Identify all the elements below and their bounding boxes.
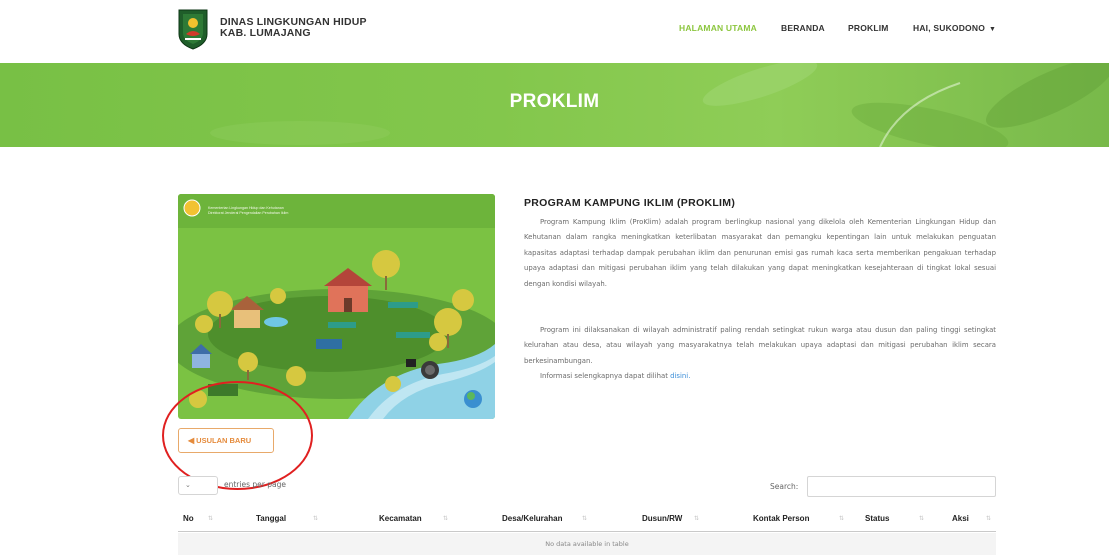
illustration-caption: Kementerian Lingkungan Hidup dan Kehutan… [208, 206, 288, 216]
article-paragraph-2: Program ini dilaksanakan di wilayah admi… [524, 326, 996, 365]
column-header-aksi[interactable]: Aksi [952, 514, 969, 523]
sort-icon[interactable]: ⇅ [313, 515, 318, 522]
column-header-status[interactable]: Status [865, 514, 889, 523]
illustration-caption-line-2: Direktorat Jenderal Pengendalian Perubah… [208, 211, 289, 215]
annotation-circle [162, 381, 313, 490]
column-header-kecamatan[interactable]: Kecamatan [379, 514, 422, 523]
search-input[interactable] [807, 476, 996, 497]
banner-title: PROKLIM [509, 91, 600, 112]
sort-icon[interactable]: ⇅ [919, 515, 924, 522]
page-banner: PROKLIM [0, 63, 1109, 147]
nav-halaman-utama[interactable]: HALAMAN UTAMA [679, 23, 757, 33]
column-header-no[interactable]: No [183, 514, 194, 523]
article-paragraph-1: Program Kampung Iklim (ProKlim) adalah p… [524, 218, 996, 288]
entries-per-page-label: entries per page [224, 480, 286, 489]
sort-icon[interactable]: ⇅ [839, 515, 844, 522]
article-title: PROGRAM KAMPUNG IKLIM (PROKLIM) [524, 197, 736, 209]
nav-beranda[interactable]: BERANDA [781, 23, 825, 33]
more-info-text: Informasi selengkapnya dapat dilihat [540, 372, 668, 380]
sort-icon[interactable]: ⇅ [694, 515, 699, 522]
sort-icon[interactable]: ⇅ [986, 515, 991, 522]
table-header: No ⇅ Tanggal ⇅ Kecamatan ⇅ Desa/Keluraha… [178, 506, 996, 532]
chevron-down-icon: ⌄ [185, 481, 191, 489]
sort-icon[interactable]: ⇅ [208, 515, 213, 522]
column-header-desa-kelurahan[interactable]: Desa/Kelurahan [502, 514, 562, 523]
lumajang-emblem-logo[interactable] [176, 8, 210, 50]
nav-proklim[interactable]: PROKLIM [848, 23, 889, 33]
caret-down-icon: ▼ [989, 26, 997, 33]
search-label: Search: [770, 482, 799, 491]
brand-line-2: KAB. LUMAJANG [220, 27, 311, 39]
column-header-tanggal[interactable]: Tanggal [256, 514, 286, 523]
entries-per-page-value: 10 [201, 481, 210, 489]
more-info-link[interactable]: disini. [670, 372, 690, 380]
nav-user-menu[interactable]: HAI, SUKODONO ▼ [913, 23, 996, 33]
article-paragraph-3: Informasi selengkapnya dapat dilihat dis… [524, 369, 996, 384]
user-menu-label: HAI, SUKODONO [913, 23, 986, 33]
table-empty-row: No data available in table [178, 533, 996, 555]
site-header: DINAS LINGKUNGAN HIDUP KAB. LUMAJANG HAL… [0, 0, 1109, 62]
sort-icon[interactable]: ⇅ [443, 515, 448, 522]
column-header-dusun-rw[interactable]: Dusun/RW [642, 514, 682, 523]
entries-per-page-select[interactable]: ⌄ 10 [178, 476, 218, 495]
sort-icon[interactable]: ⇅ [582, 515, 587, 522]
brand-name[interactable]: DINAS LINGKUNGAN HIDUP KAB. LUMAJANG [220, 17, 367, 39]
column-header-kontak-person[interactable]: Kontak Person [753, 514, 809, 523]
